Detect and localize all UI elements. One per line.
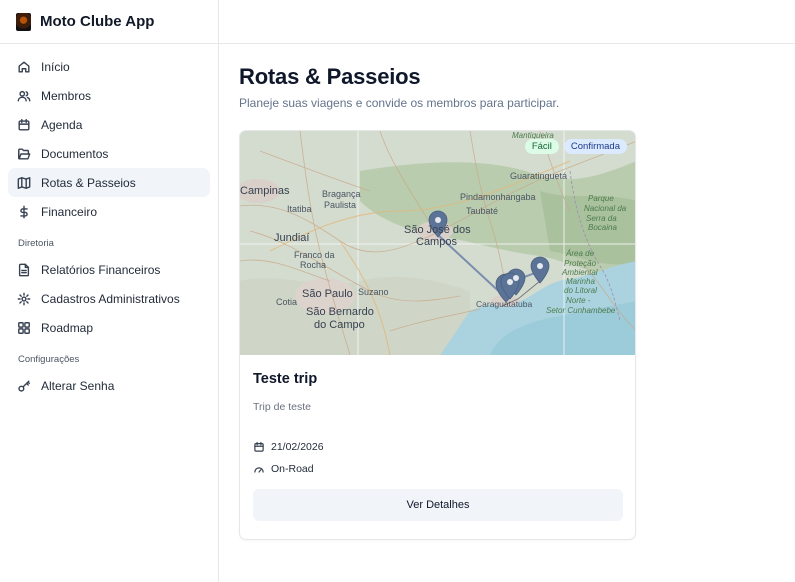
- map-label: São Bernardo: [306, 306, 374, 318]
- sidebar-item-cadastros-administrativos[interactable]: Cadastros Administrativos: [8, 284, 210, 313]
- sidebar-item-label: Roadmap: [41, 320, 94, 335]
- sidebar-item-documentos[interactable]: Documentos: [8, 139, 210, 168]
- trip-type-value: On-Road: [271, 463, 314, 475]
- page-title: Rotas & Passeios: [239, 64, 421, 89]
- map-label: Paulista: [324, 200, 357, 210]
- sidebar-item-agenda[interactable]: Agenda: [8, 110, 210, 139]
- home-icon: [17, 60, 31, 74]
- sidebar-item-label: Membros: [41, 88, 92, 103]
- sidebar-item-label: Relatórios Financeiros: [41, 262, 161, 277]
- route-map[interactable]: Campinas Bragança Paulista Itatiba Jundi…: [240, 131, 635, 355]
- map-label: Campinas: [240, 185, 290, 197]
- sidebar-item-financeiro[interactable]: Financeiro: [8, 197, 210, 226]
- trip-title: Teste trip: [253, 371, 318, 387]
- trip-description: Trip de teste: [253, 401, 311, 413]
- file-icon: [17, 263, 31, 277]
- map-label: do Campo: [314, 319, 365, 331]
- map-label: Guaratinguetá: [510, 171, 568, 181]
- sidebar: Moto Clube App Início Membros Agenda Doc…: [0, 0, 219, 582]
- map-label: Franco da: [294, 250, 335, 260]
- dollar-icon: [17, 205, 31, 219]
- sidebar-item-relatorios-financeiros[interactable]: Relatórios Financeiros: [8, 255, 210, 284]
- map-label: Taubaté: [466, 206, 499, 216]
- map-label: Parque: [588, 194, 614, 203]
- map-label: Caraguatatuba: [476, 299, 533, 309]
- trip-type: On-Road: [253, 463, 622, 475]
- trip-date: 21/02/2026: [253, 441, 622, 453]
- map-icon: [17, 176, 31, 190]
- sidebar-item-label: Alterar Senha: [41, 378, 115, 393]
- sidebar-item-label: Início: [41, 59, 70, 74]
- status-badge: Confirmada: [563, 139, 627, 154]
- calendar-icon: [17, 118, 31, 132]
- map-label: Proteção: [564, 259, 597, 268]
- sidebar-item-rotas-passeios[interactable]: Rotas & Passeios: [8, 168, 210, 197]
- view-details-button[interactable]: Ver Detalhes: [253, 489, 623, 521]
- page-subtitle: Planeje suas viagens e convide os membro…: [239, 96, 560, 110]
- map-label: Suzano: [358, 287, 389, 297]
- main-nav: Início Membros Agenda Documentos Rotas &…: [0, 44, 218, 400]
- sidebar-item-label: Agenda: [41, 117, 83, 132]
- map-label: do Litoral: [564, 286, 597, 295]
- map-label: Ambiental: [562, 268, 598, 277]
- map-label: Marinha: [566, 277, 595, 286]
- map-label: Pindamonhangaba: [460, 192, 536, 202]
- section-label-configuracoes: Configurações: [18, 354, 80, 365]
- section-label-diretoria: Diretoria: [18, 238, 54, 249]
- trip-badges: Fácil Confirmada: [524, 139, 627, 154]
- map-label: São José dos: [404, 224, 471, 236]
- sidebar-item-roadmap[interactable]: Roadmap: [8, 313, 210, 342]
- page-header: Rotas & Passeios Planeje suas viagens e …: [239, 64, 559, 110]
- map-label: Campos: [416, 236, 457, 248]
- map-label: Bragança: [322, 189, 361, 199]
- gear-icon: [17, 292, 31, 306]
- map-label: Setor Cunhambebe: [546, 306, 616, 315]
- sidebar-item-inicio[interactable]: Início: [8, 52, 210, 81]
- map-label: Nacional da: [584, 204, 627, 213]
- app-name: Moto Clube App: [40, 13, 155, 30]
- map-label: Itatiba: [287, 204, 312, 214]
- map-label: Norte -: [566, 296, 591, 305]
- grid-icon: [17, 321, 31, 335]
- map-label: Cotia: [276, 297, 298, 307]
- sidebar-item-label: Cadastros Administrativos: [41, 291, 180, 306]
- users-icon: [17, 89, 31, 103]
- sidebar-item-label: Documentos: [41, 146, 109, 161]
- sidebar-item-alterar-senha[interactable]: Alterar Senha: [8, 371, 210, 400]
- difficulty-badge: Fácil: [524, 139, 559, 154]
- map-label: Rocha: [300, 260, 327, 270]
- brand[interactable]: Moto Clube App: [0, 0, 218, 44]
- folder-icon: [17, 147, 31, 161]
- calendar-icon: [254, 441, 264, 452]
- trip-date-value: 21/02/2026: [271, 441, 324, 453]
- gauge-icon: [254, 467, 264, 473]
- sidebar-item-label: Financeiro: [41, 204, 98, 219]
- map-label: Área de: [566, 249, 595, 258]
- map-label: Jundiaí: [274, 232, 310, 244]
- map-label: São Paulo: [302, 288, 353, 300]
- trip-card-body: Teste trip Trip de teste 21/02/2026 On-R…: [240, 355, 635, 521]
- key-icon: [17, 379, 31, 393]
- sidebar-item-label: Rotas & Passeios: [41, 175, 136, 190]
- sidebar-item-membros[interactable]: Membros: [8, 81, 210, 110]
- trip-card[interactable]: Campinas Bragança Paulista Itatiba Jundi…: [239, 130, 636, 540]
- app-logo: [16, 12, 31, 31]
- map-label: Serra da: [586, 214, 617, 223]
- top-bar: [219, 0, 795, 44]
- map-label: Bocaina: [588, 223, 617, 232]
